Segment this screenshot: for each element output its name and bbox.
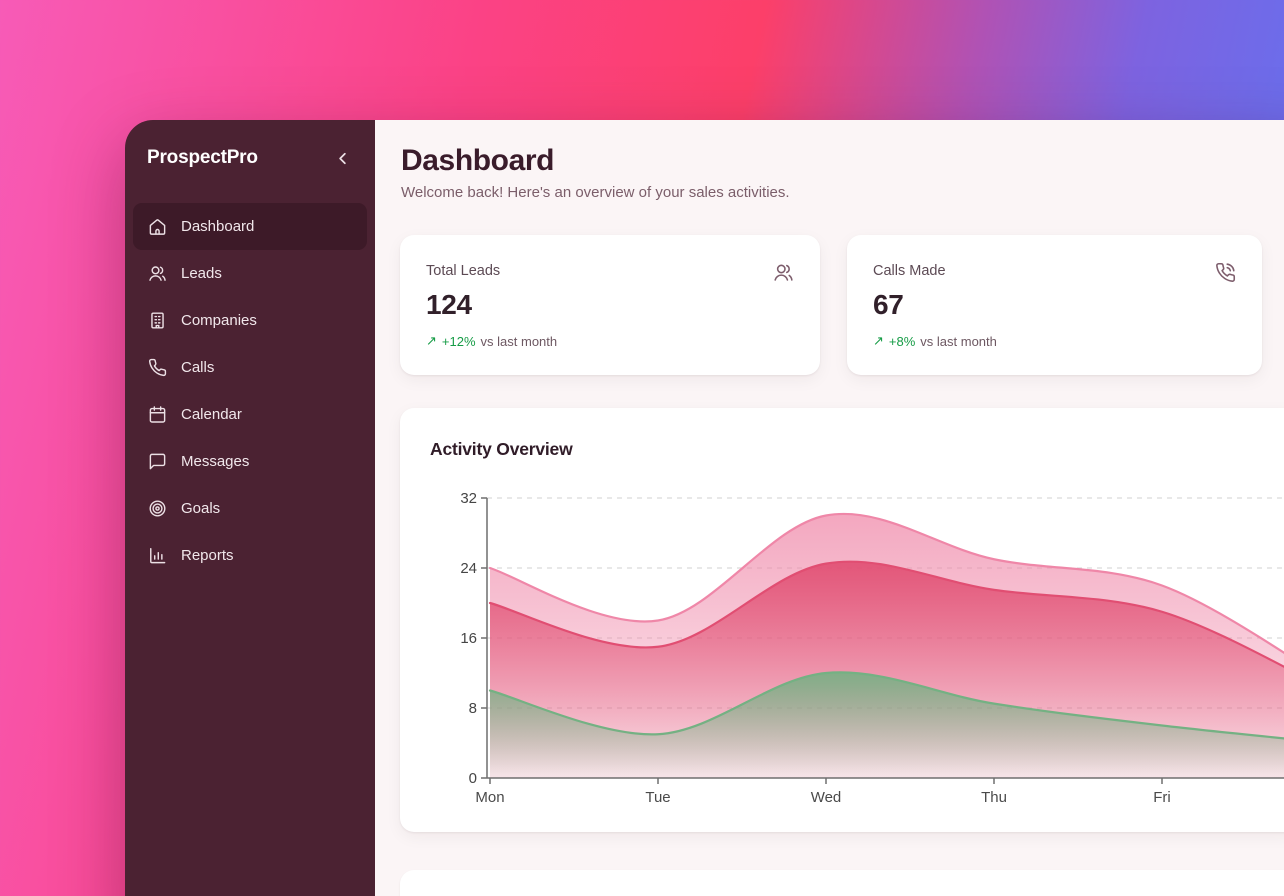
svg-text:Thu: Thu [981,789,1007,806]
app-window: ProspectPro Dashboard Leads [125,120,1284,896]
trend-percent: +12% [442,334,476,349]
chart-title: Activity Overview [430,439,573,460]
trend-up-icon: ↗ [426,333,437,349]
stat-value: 124 [426,289,794,321]
page-subtitle: Welcome back! Here's an overview of your… [401,184,790,201]
building-icon [148,311,167,330]
sidebar-item-label: Messages [181,453,249,470]
sidebar-item-goals[interactable]: Goals [133,485,367,532]
sidebar-item-label: Leads [181,265,222,282]
target-icon [148,499,167,518]
trend-suffix: vs last month [920,334,997,349]
trend-percent: +8% [889,334,915,349]
sidebar-item-label: Dashboard [181,218,254,235]
sidebar-item-companies[interactable]: Companies [133,297,367,344]
users-round-icon [773,262,794,283]
sidebar-item-label: Reports [181,547,234,564]
sidebar-nav: Dashboard Leads Companies Calls [125,203,375,579]
stat-cards-row: Total Leads 124 ↗ +12% vs last month Cal… [400,235,1262,375]
svg-text:24: 24 [460,560,477,577]
stat-value: 67 [873,289,1236,321]
sidebar-item-messages[interactable]: Messages [133,438,367,485]
phone-icon [148,358,167,377]
sidebar-item-calendar[interactable]: Calendar [133,391,367,438]
page-title: Dashboard [401,144,554,178]
trend-up-icon: ↗ [873,333,884,349]
partially-visible-card [400,870,1284,896]
brand-logo: ProspectPro [147,147,258,169]
svg-text:Fri: Fri [1153,789,1171,806]
calendar-icon [148,405,167,424]
stat-label: Calls Made [873,263,1236,279]
stat-card-calls-made: Calls Made 67 ↗ +8% vs last month [847,235,1262,375]
message-square-icon [148,452,167,471]
sidebar-item-label: Calls [181,359,214,376]
activity-chart: 0 8 16 24 32 Mon Tue Wed Thu Fri [400,408,1284,832]
sidebar-item-label: Goals [181,500,220,517]
svg-text:32: 32 [460,490,477,507]
sidebar: ProspectPro Dashboard Leads [125,120,375,896]
stat-trend: ↗ +8% vs last month [873,333,1236,349]
sidebar-item-label: Calendar [181,406,242,423]
users-icon [148,264,167,283]
stat-label: Total Leads [426,263,794,279]
stat-trend: ↗ +12% vs last month [426,333,794,349]
svg-text:16: 16 [460,630,477,647]
sidebar-item-calls[interactable]: Calls [133,344,367,391]
sidebar-item-label: Companies [181,312,257,329]
stat-card-total-leads: Total Leads 124 ↗ +12% vs last month [400,235,820,375]
sidebar-item-dashboard[interactable]: Dashboard [133,203,367,250]
trend-suffix: vs last month [481,334,558,349]
main-content: Dashboard Welcome back! Here's an overvi… [375,120,1284,896]
sidebar-header: ProspectPro [125,120,375,169]
svg-text:Tue: Tue [645,789,670,806]
svg-text:0: 0 [469,770,477,787]
home-icon [148,217,167,236]
phone-call-icon [1215,262,1236,283]
svg-text:Wed: Wed [811,789,842,806]
chevron-left-icon [333,149,352,168]
page-background: { "sidebar": { "brand": "ProspectPro", "… [0,0,1284,896]
activity-overview-card: 0 8 16 24 32 Mon Tue Wed Thu Fri Activity Overvie… [400,408,1284,832]
bar-chart-icon [148,546,167,565]
svg-text:Mon: Mon [475,789,504,806]
svg-text:8: 8 [469,700,477,717]
sidebar-item-leads[interactable]: Leads [133,250,367,297]
sidebar-collapse-button[interactable] [331,147,353,169]
sidebar-item-reports[interactable]: Reports [133,532,367,579]
